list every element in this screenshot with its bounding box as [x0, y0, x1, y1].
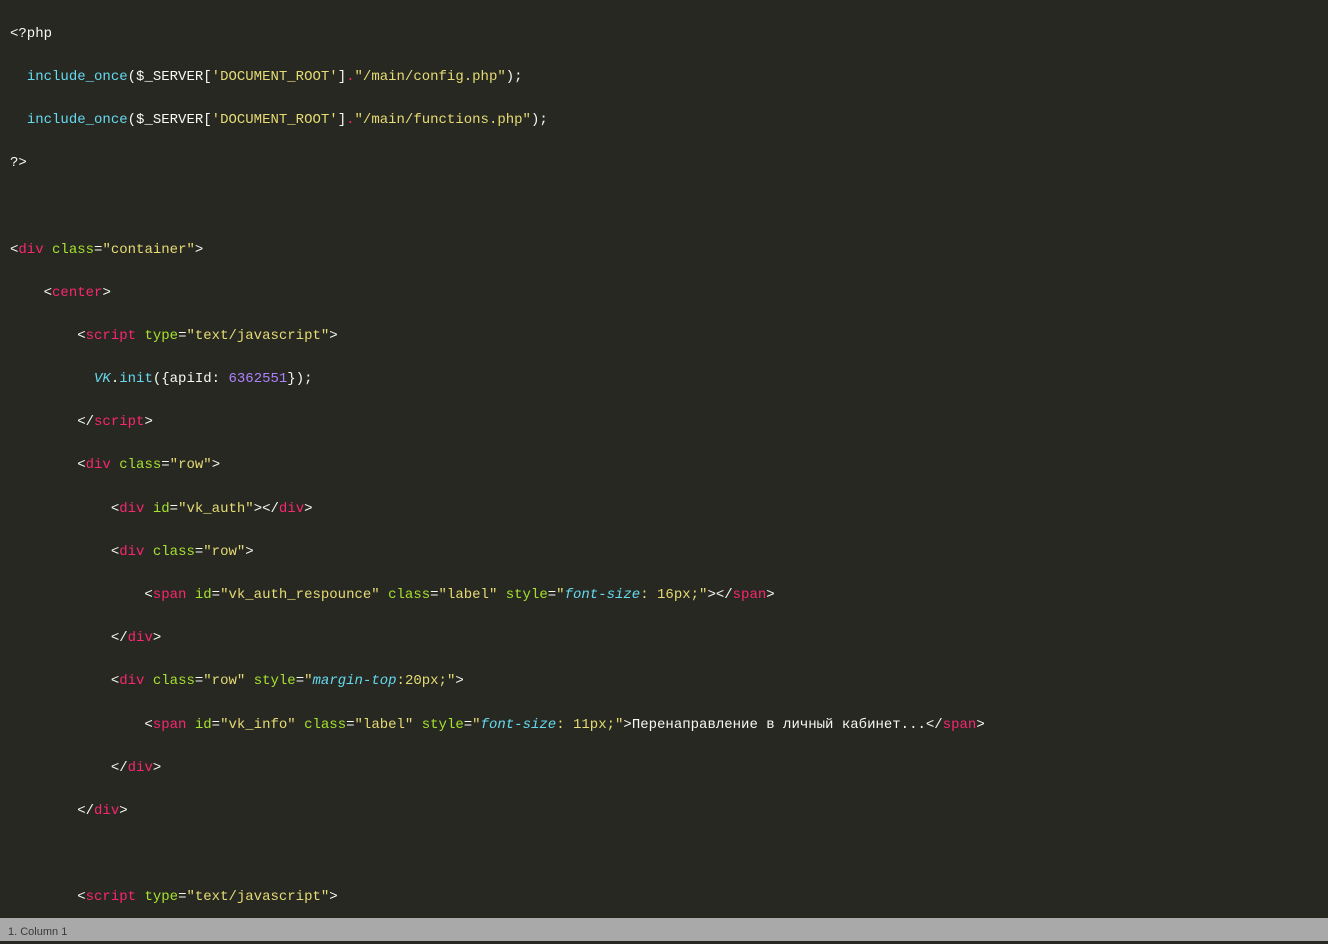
- label-class-1: "label": [439, 587, 498, 603]
- font-size-16: 16px;: [649, 587, 699, 603]
- row-1: "row": [170, 457, 212, 473]
- class-attr: class: [52, 242, 94, 258]
- doc-root-2: 'DOCUMENT_ROOT': [212, 112, 338, 128]
- type-attr: type: [144, 328, 178, 344]
- container-class: "container": [102, 242, 194, 258]
- vk-obj: VK: [94, 371, 111, 387]
- api-id-val: 6362551: [228, 371, 287, 387]
- font-size-prop: font-size: [565, 587, 641, 603]
- code-editor: <?php include_once($_SERVER['DOCUMENT_RO…: [0, 0, 1328, 941]
- server-var-1: $_SERVER: [136, 69, 203, 85]
- center-tag: center: [52, 285, 102, 301]
- init-call: init: [119, 371, 153, 387]
- functions-path: "/main/functions.php": [355, 112, 531, 128]
- label-class-2: "label": [355, 717, 414, 733]
- textjs-2: "text/javascript": [186, 889, 329, 905]
- api-id-key: apiId: [170, 371, 212, 387]
- status-bar: 1. Column 1: [0, 918, 1328, 941]
- php-open: <?php: [10, 26, 52, 42]
- span-tag: span: [153, 587, 187, 603]
- vk-auth-id: "vk_auth": [178, 501, 254, 517]
- config-path: "/main/config.php": [355, 69, 506, 85]
- redirect-text: Перенаправление в личный кабинет...: [632, 717, 926, 733]
- font-size-11: 11px;: [565, 717, 615, 733]
- include-once-2: include_once: [27, 112, 128, 128]
- vk-auth-respounce-id: "vk_auth_respounce": [220, 587, 380, 603]
- margin-top-prop: margin-top: [313, 673, 397, 689]
- row-3: "row": [203, 673, 245, 689]
- php-close: ?>: [10, 155, 27, 171]
- textjs-1: "text/javascript": [186, 328, 329, 344]
- code-content[interactable]: <?php include_once($_SERVER['DOCUMENT_RO…: [0, 0, 1328, 918]
- server-var-2: $_SERVER: [136, 112, 203, 128]
- vk-info-id: "vk_info": [220, 717, 296, 733]
- div-tag: div: [18, 242, 43, 258]
- script-tag: script: [86, 328, 136, 344]
- row-2: "row": [203, 544, 245, 560]
- script-close: script: [94, 414, 144, 430]
- doc-root-1: 'DOCUMENT_ROOT': [212, 69, 338, 85]
- include-once-1: include_once: [27, 69, 128, 85]
- margin-top-20: :20px;: [397, 673, 447, 689]
- cursor-position: 1. Column 1: [8, 926, 67, 938]
